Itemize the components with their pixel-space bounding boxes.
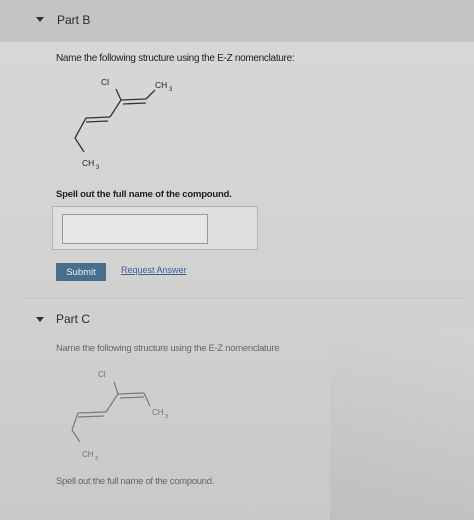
part-c-subscript-right: 3 bbox=[165, 414, 168, 420]
part-b-subscript-right: 3 bbox=[169, 87, 173, 93]
part-c-subscript-bottom: 3 bbox=[95, 456, 98, 462]
part-c-ch3-bottom-label: CH bbox=[82, 450, 94, 459]
part-b-structure: Cl CH 3 CH 3 bbox=[74, 77, 173, 171]
part-b-ch3-bottom-label: CH bbox=[82, 158, 94, 168]
section-divider bbox=[24, 298, 464, 299]
part-c-collapse-icon[interactable] bbox=[36, 317, 44, 322]
part-b-instruction: Spell out the full name of the compound. bbox=[56, 189, 232, 200]
part-c-instruction: Spell out the full name of the compound. bbox=[56, 476, 215, 487]
part-c-ch3-right-label: CH bbox=[152, 408, 164, 417]
part-b-ch3-right-label: CH bbox=[155, 80, 167, 90]
part-b-cl-label: Cl bbox=[101, 77, 109, 87]
part-c-cl-label: Cl bbox=[98, 370, 106, 379]
part-b-subscript-bottom: 3 bbox=[96, 165, 100, 171]
submit-button[interactable]: Submit bbox=[56, 263, 106, 281]
part-c-title[interactable]: Part C bbox=[56, 312, 90, 326]
part-b-collapse-icon[interactable] bbox=[36, 17, 44, 22]
request-answer-link[interactable]: Request Answer bbox=[121, 265, 187, 275]
part-c-prompt: Name the following structure using the E… bbox=[56, 343, 280, 354]
part-b-prompt: Name the following structure using the E… bbox=[56, 53, 295, 64]
part-c-structure: Cl CH 3 CH 3 bbox=[71, 370, 168, 462]
part-b-title: Part B bbox=[57, 13, 91, 27]
screen-glare bbox=[330, 330, 474, 520]
answer-input[interactable] bbox=[62, 214, 208, 244]
